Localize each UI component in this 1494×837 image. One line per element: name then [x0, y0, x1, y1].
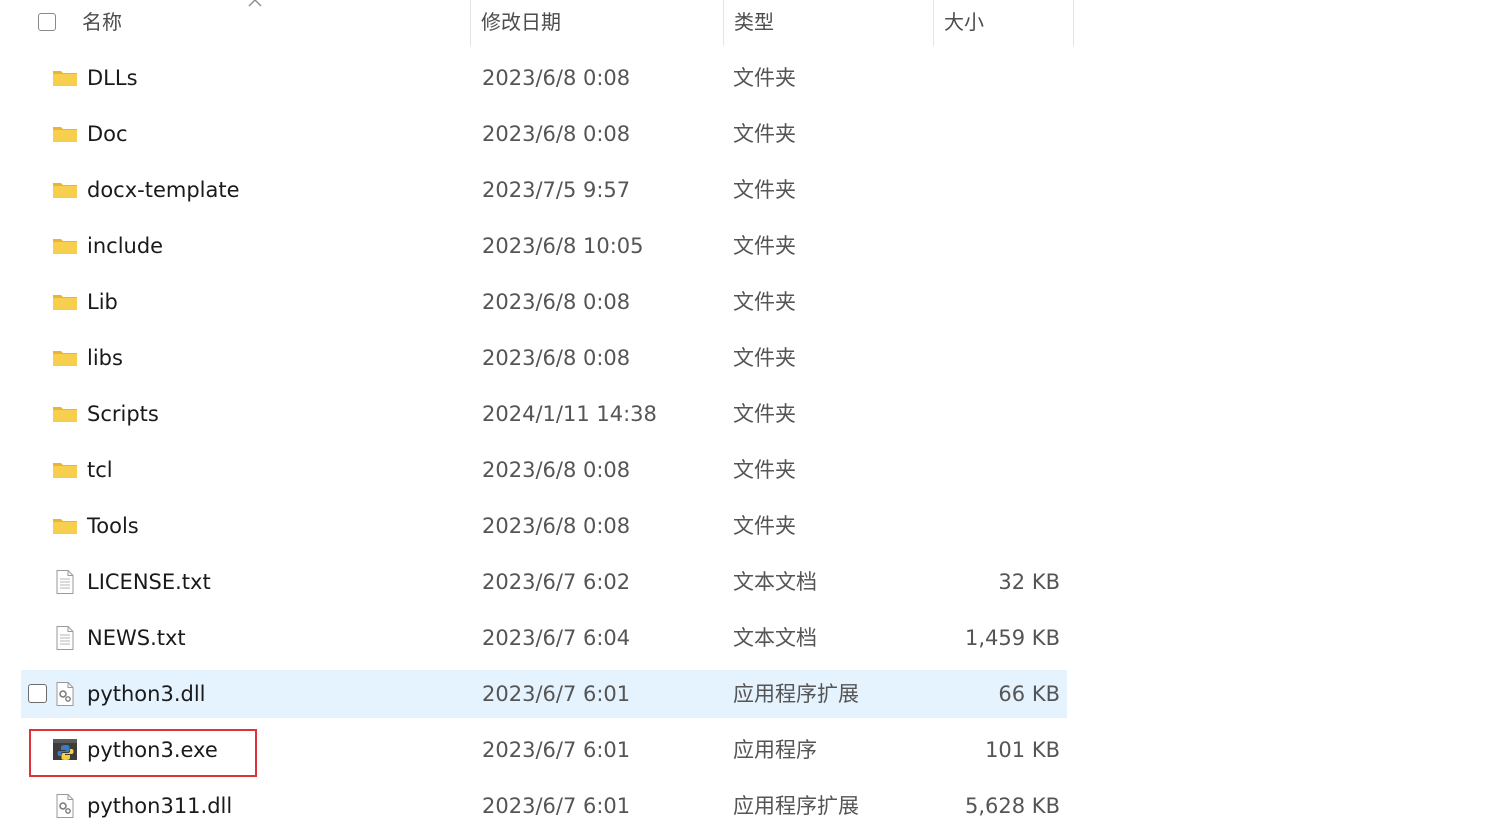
file-date: 2023/6/8 10:05: [482, 234, 644, 258]
text-file-icon: [52, 626, 78, 650]
file-date: 2023/6/7 6:02: [482, 570, 631, 594]
file-date: 2023/6/7 6:04: [482, 626, 631, 650]
file-type: 文件夹: [733, 290, 796, 314]
file-date: 2023/6/8 0:08: [482, 290, 631, 314]
column-header-date[interactable]: 修改日期: [470, 0, 723, 46]
file-name: tcl: [87, 458, 113, 482]
file-name: NEWS.txt: [87, 626, 186, 650]
file-date: 2023/6/8 0:08: [482, 122, 631, 146]
file-date: 2023/6/8 0:08: [482, 458, 631, 482]
file-row-license-txt[interactable]: LICENSE.txt 2023/6/7 6:02 文本文档 32 KB: [21, 558, 1067, 606]
file-type: 应用程序扩展: [733, 794, 859, 818]
file-type: 文件夹: [733, 66, 796, 90]
file-row-news-txt[interactable]: NEWS.txt 2023/6/7 6:04 文本文档 1,459 KB: [21, 614, 1067, 662]
file-size: 66 KB: [998, 682, 1060, 706]
file-row-tools[interactable]: Tools 2023/6/8 0:08 文件夹: [21, 502, 1067, 550]
file-type: 文本文档: [733, 570, 817, 594]
file-date: 2023/6/7 6:01: [482, 738, 631, 762]
file-row-tcl[interactable]: tcl 2023/6/8 0:08 文件夹: [21, 446, 1067, 494]
file-name: Lib: [87, 290, 118, 314]
file-name: include: [87, 234, 164, 258]
folder-icon: [52, 66, 78, 90]
file-row-python3-dll[interactable]: python3.dll 2023/6/7 6:01 应用程序扩展 66 KB: [21, 670, 1067, 718]
file-row-include[interactable]: include 2023/6/8 10:05 文件夹: [21, 222, 1067, 270]
column-header-type[interactable]: 类型: [723, 0, 933, 46]
column-header: 名称 修改日期 类型 大小: [0, 0, 1074, 46]
file-size: 32 KB: [998, 570, 1060, 594]
file-name: Tools: [87, 514, 139, 538]
file-date: 2023/6/7 6:01: [482, 794, 631, 818]
column-header-size[interactable]: 大小: [933, 0, 1074, 46]
file-type: 文件夹: [733, 402, 796, 426]
folder-icon: [52, 290, 78, 314]
row-checkbox[interactable]: [28, 684, 47, 703]
folder-icon: [52, 458, 78, 482]
file-date: 2023/6/8 0:08: [482, 346, 631, 370]
file-type: 文本文档: [733, 626, 817, 650]
file-name: docx-template: [87, 178, 240, 202]
text-file-icon: [52, 570, 78, 594]
file-name: libs: [87, 346, 123, 370]
chevron-up-icon: [248, 0, 262, 7]
file-name: DLLs: [87, 66, 138, 90]
file-size: 101 KB: [985, 738, 1060, 762]
file-row-dlls[interactable]: DLLs 2023/6/8 0:08 文件夹: [21, 54, 1067, 102]
file-row-python311-dll[interactable]: python311.dll 2023/6/7 6:01 应用程序扩展 5,628 KB: [21, 782, 1067, 830]
folder-icon: [52, 514, 78, 538]
column-header-size-label: 大小: [944, 10, 984, 34]
file-size: 1,459 KB: [965, 626, 1060, 650]
file-row-libs[interactable]: libs 2023/6/8 0:08 文件夹: [21, 334, 1067, 382]
file-name: LICENSE.txt: [87, 570, 211, 594]
folder-icon: [52, 178, 78, 202]
file-date: 2023/7/5 9:57: [482, 178, 631, 202]
file-name: python3.dll: [87, 682, 206, 706]
file-size: 5,628 KB: [965, 794, 1060, 818]
column-header-date-label: 修改日期: [481, 10, 561, 34]
file-type: 文件夹: [733, 458, 796, 482]
file-type: 应用程序: [733, 738, 817, 762]
annotation-highlight-box: [29, 729, 257, 777]
folder-icon: [52, 402, 78, 426]
file-date: 2024/1/11 14:38: [482, 402, 657, 426]
dll-file-icon: [52, 682, 78, 706]
file-date: 2023/6/7 6:01: [482, 682, 631, 706]
file-type: 应用程序扩展: [733, 682, 859, 706]
file-type: 文件夹: [733, 346, 796, 370]
file-explorer: 名称 修改日期 类型 大小 DLLs 2023/6/8 0:08 文件夹 Doc 202…: [0, 0, 1494, 837]
file-type: 文件夹: [733, 234, 796, 258]
column-header-name[interactable]: 名称: [72, 0, 470, 46]
select-all-checkbox[interactable]: [38, 13, 56, 31]
file-name: python311.dll: [87, 794, 233, 818]
file-date: 2023/6/8 0:08: [482, 66, 631, 90]
file-name: Scripts: [87, 402, 159, 426]
file-row-scripts[interactable]: Scripts 2024/1/11 14:38 文件夹: [21, 390, 1067, 438]
column-header-name-label: 名称: [82, 10, 122, 34]
file-date: 2023/6/8 0:08: [482, 514, 631, 538]
file-row-lib[interactable]: Lib 2023/6/8 0:08 文件夹: [21, 278, 1067, 326]
folder-icon: [52, 346, 78, 370]
file-type: 文件夹: [733, 514, 796, 538]
file-row-docx-template[interactable]: docx-template 2023/7/5 9:57 文件夹: [21, 166, 1067, 214]
dll-file-icon: [52, 794, 78, 818]
column-header-type-label: 类型: [734, 10, 774, 34]
file-type: 文件夹: [733, 178, 796, 202]
folder-icon: [52, 234, 78, 258]
file-name: Doc: [87, 122, 128, 146]
file-type: 文件夹: [733, 122, 796, 146]
folder-icon: [52, 122, 78, 146]
file-row-doc[interactable]: Doc 2023/6/8 0:08 文件夹: [21, 110, 1067, 158]
